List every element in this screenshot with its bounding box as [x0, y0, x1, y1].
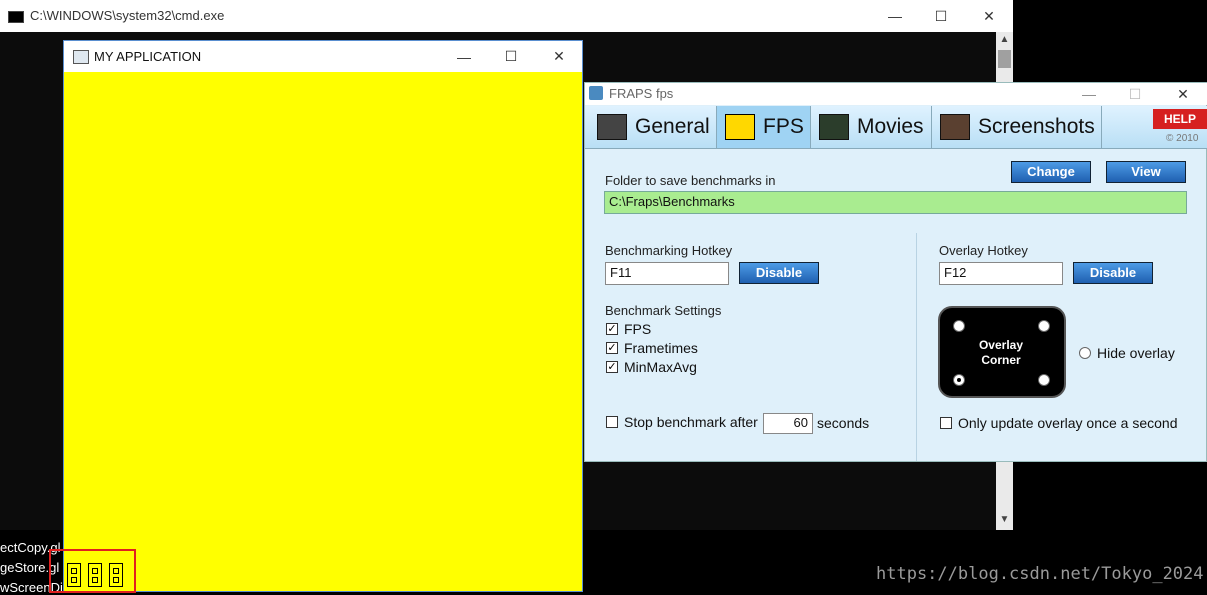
cmd-maximize-button[interactable]: ☐ — [918, 0, 964, 32]
overlay-corner-bottom-left-radio[interactable] — [953, 374, 965, 386]
app-minimize-button[interactable]: — — [441, 41, 487, 72]
overlay-disable-button[interactable]: Disable — [1073, 262, 1153, 284]
camera-icon — [940, 114, 970, 140]
fps-digit-icon — [88, 563, 102, 587]
fps-99-icon — [725, 114, 755, 140]
film-icon — [819, 114, 849, 140]
tab-label: General — [635, 115, 710, 138]
minmaxavg-checkbox-label: MinMaxAvg — [624, 359, 697, 375]
minmaxavg-checkbox[interactable]: ✓ — [606, 361, 618, 373]
app-window — [63, 40, 583, 592]
overlay-hotkey-label: Overlay Hotkey — [939, 243, 1028, 258]
fraps-maximize-button[interactable]: ☐ — [1112, 83, 1158, 105]
watermark-text: https://blog.csdn.net/Tokyo_2024 — [876, 564, 1204, 584]
tab-label: Screenshots — [978, 115, 1095, 138]
app-maximize-button[interactable]: ☐ — [488, 41, 534, 72]
fps-checkbox[interactable]: ✓ — [606, 323, 618, 335]
hide-overlay-label: Hide overlay — [1097, 345, 1175, 361]
overlay-corner-top-left-radio[interactable] — [953, 320, 965, 332]
fps-digit-icon — [109, 563, 123, 587]
fraps-window-title: FRAPS fps — [609, 86, 674, 101]
scroll-down-arrow-icon[interactable]: ▼ — [998, 514, 1011, 526]
stop-benchmark-label: Stop benchmark after — [624, 414, 758, 430]
cmd-scrollbar-thumb[interactable] — [998, 50, 1011, 68]
only-update-overlay-checkbox[interactable] — [940, 417, 952, 429]
cmd-icon — [8, 11, 24, 23]
frametimes-checkbox-label: Frametimes — [624, 340, 698, 356]
grid-icon — [597, 114, 627, 140]
folder-path-field[interactable]: C:\Fraps\Benchmarks — [604, 191, 1187, 214]
overlay-corner-bottom-right-radio[interactable] — [1038, 374, 1050, 386]
tab-screenshots[interactable]: Screenshots — [932, 106, 1102, 148]
overlay-hotkey-field[interactable]: F12 — [939, 262, 1063, 285]
cmd-minimize-button[interactable]: — — [872, 0, 918, 32]
tab-general[interactable]: General — [589, 106, 717, 148]
help-button[interactable]: HELP — [1153, 109, 1207, 129]
cmd-window-title: C:\WINDOWS\system32\cmd.exe — [30, 8, 225, 23]
tab-label: Movies — [857, 115, 924, 138]
benchmark-settings-label: Benchmark Settings — [605, 303, 722, 318]
scroll-up-arrow-icon[interactable]: ▲ — [998, 34, 1011, 46]
app-window-icon — [73, 50, 89, 64]
benchmark-hotkey-field[interactable]: F11 — [605, 262, 729, 285]
section-divider — [916, 233, 917, 461]
app-close-button[interactable]: ✕ — [536, 41, 582, 72]
change-button[interactable]: Change — [1011, 161, 1091, 183]
app-window-title: MY APPLICATION — [94, 49, 202, 64]
fraps-minimize-button[interactable]: — — [1066, 83, 1112, 105]
fraps-close-button[interactable]: ✕ — [1160, 83, 1206, 105]
tab-fps[interactable]: FPS — [717, 106, 811, 148]
tab-label: FPS — [763, 115, 804, 138]
stop-benchmark-checkbox[interactable] — [606, 416, 618, 428]
tab-movies[interactable]: Movies — [811, 106, 932, 148]
fps-checkbox-label: FPS — [624, 321, 652, 337]
seconds-label: seconds — [817, 415, 870, 431]
overlay-corner-label: Overlay Corner — [978, 338, 1024, 367]
hide-overlay-radio[interactable] — [1079, 347, 1091, 359]
overlay-corner-top-right-radio[interactable] — [1038, 320, 1050, 332]
frametimes-checkbox[interactable]: ✓ — [606, 342, 618, 354]
cmd-close-button[interactable]: ✕ — [966, 0, 1012, 32]
stop-benchmark-seconds-field[interactable]: 60 — [763, 413, 813, 434]
only-update-overlay-label: Only update overlay once a second — [958, 415, 1178, 431]
copyright-text: © 2010 — [1166, 133, 1199, 144]
benchmark-hotkey-label: Benchmarking Hotkey — [605, 243, 733, 258]
fps-digit-icon — [67, 563, 81, 587]
folder-label: Folder to save benchmarks in — [605, 173, 776, 188]
benchmark-disable-button[interactable]: Disable — [739, 262, 819, 284]
view-button[interactable]: View — [1106, 161, 1186, 183]
fraps-app-icon — [589, 86, 603, 100]
